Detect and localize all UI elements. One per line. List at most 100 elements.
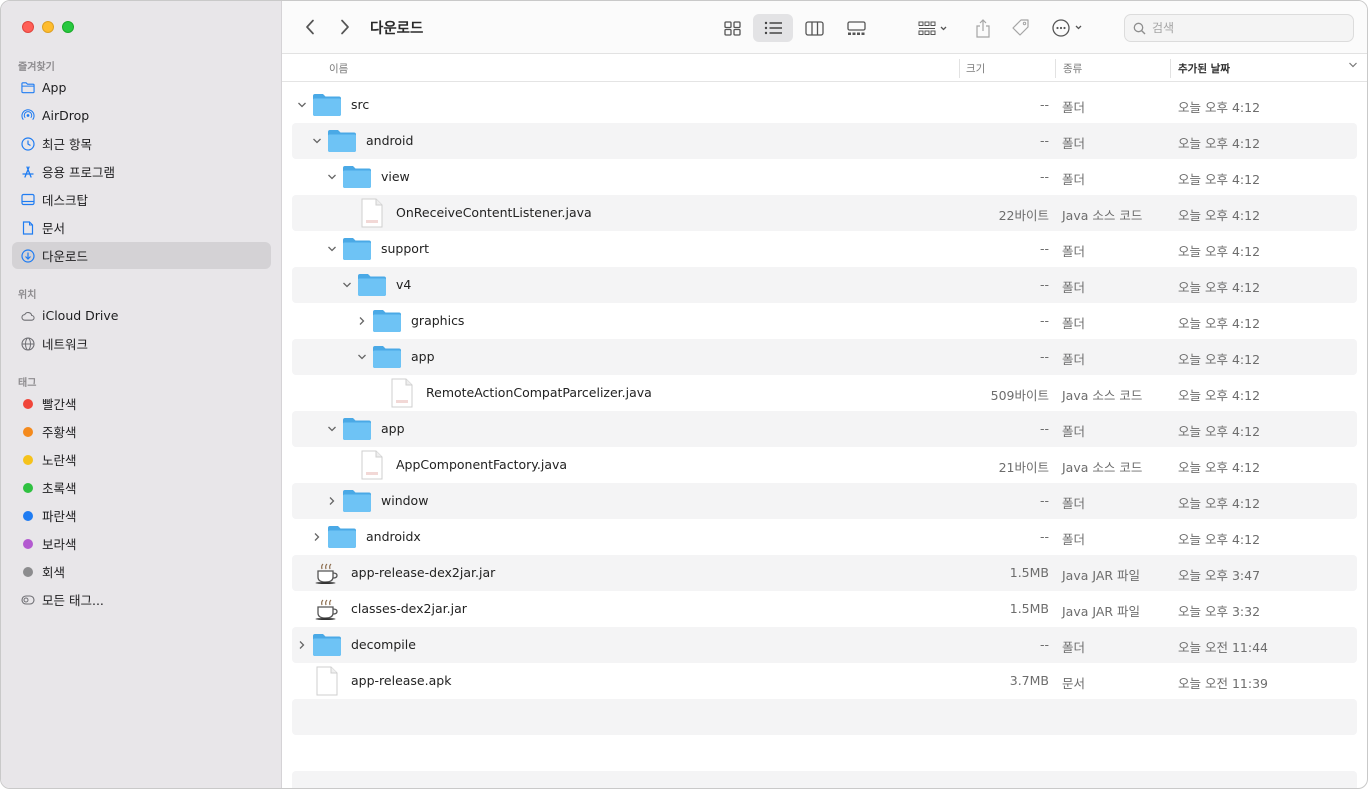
group-button[interactable] [912, 14, 954, 42]
file-row[interactable]: OnReceiveContentListener.java 22바이트 Java 소… [292, 195, 1357, 231]
file-kind: 폴더 [1062, 532, 1086, 547]
disclosure-chevron-down-icon[interactable] [311, 135, 323, 147]
more-actions-button[interactable] [1049, 14, 1089, 42]
file-name: view [381, 169, 410, 184]
file-size: 22바이트 [998, 208, 1049, 223]
disclosure-chevron-right-icon[interactable] [356, 315, 368, 327]
disclosure-chevron-right-icon[interactable] [296, 639, 308, 651]
file-name: OnReceiveContentListener.java [396, 205, 592, 220]
column-date-header[interactable]: 추가된 날짜 [1178, 61, 1230, 76]
tag-button[interactable] [1007, 14, 1035, 42]
gallery-view-button[interactable] [839, 14, 873, 42]
favorites-section-title: 즐겨찾기 [18, 62, 55, 73]
file-kind: Java 소스 코드 [1062, 388, 1143, 403]
sidebar-item-applications[interactable]: 응용 프로그램 [12, 158, 271, 185]
file-row[interactable]: window -- 폴더 오늘 오후 4:12 [292, 483, 1357, 519]
file-size: -- [1039, 349, 1049, 364]
all-tags-icon [21, 593, 35, 607]
file-date-added: 오늘 오후 4:12 [1178, 208, 1261, 223]
file-size: 1.5MB [1009, 601, 1049, 616]
window-title: 다운로드 [370, 21, 424, 37]
column-kind-header[interactable]: 종류 [1063, 61, 1082, 76]
disclosure-chevron-right-icon[interactable] [311, 531, 323, 543]
file-kind: 폴더 [1062, 424, 1086, 439]
sidebar-tag-gray[interactable]: 회색 [12, 558, 271, 585]
file-row[interactable]: app -- 폴더 오늘 오후 4:12 [292, 411, 1357, 447]
column-divider[interactable] [1055, 59, 1056, 78]
column-view-button[interactable] [797, 14, 831, 42]
column-divider[interactable] [959, 59, 960, 78]
search-field[interactable] [1124, 14, 1354, 42]
disclosure-chevron-down-icon[interactable] [296, 99, 308, 111]
file-row[interactable]: RemoteActionCompatParcelizer.java 509바이트 J… [292, 375, 1357, 411]
file-row[interactable]: graphics -- 폴더 오늘 오후 4:12 [292, 303, 1357, 339]
file-row[interactable]: classes-dex2jar.jar 1.5MB Java JAR 파일 오늘 오후… [292, 591, 1357, 627]
sidebar-tag-green[interactable]: 초록색 [12, 474, 271, 501]
sidebar-all-tags[interactable]: 모든 태그... [12, 586, 271, 613]
folder-icon [372, 343, 402, 371]
file-row[interactable]: app -- 폴더 오늘 오후 4:12 [292, 339, 1357, 375]
sidebar-item-app[interactable]: App [12, 74, 271, 101]
icon-view-button[interactable] [715, 14, 749, 42]
forward-button[interactable] [333, 15, 357, 39]
tag-color-dot [23, 538, 33, 549]
sidebar-item-network[interactable]: 네트워크 [12, 330, 271, 357]
file-row[interactable]: view -- 폴더 오늘 오후 4:12 [292, 159, 1357, 195]
minimize-button[interactable] [42, 21, 54, 33]
file-row[interactable]: app-release-dex2jar.jar 1.5MB Java JAR 파일 오… [292, 555, 1357, 591]
share-button[interactable] [969, 14, 997, 42]
close-button[interactable] [22, 21, 34, 33]
back-button[interactable] [298, 15, 322, 39]
tags-section-title: 태그 [18, 378, 37, 389]
sidebar-item-label: 초록색 [42, 481, 77, 496]
disclosure-chevron-down-icon[interactable] [341, 279, 353, 291]
column-size-header[interactable]: 크기 [966, 61, 985, 76]
sidebar-item-recents[interactable]: 최근 항목 [12, 130, 271, 157]
file-kind: 폴더 [1062, 316, 1086, 331]
tag-color-dot [23, 482, 33, 493]
file-date-added: 오늘 오후 3:47 [1178, 568, 1261, 583]
sidebar-item-label: 네트워크 [42, 337, 89, 352]
folder-icon [327, 523, 357, 551]
disclosure-chevron-down-icon[interactable] [356, 351, 368, 363]
java-file-icon [357, 450, 387, 480]
sidebar-tag-purple[interactable]: 보라색 [12, 530, 271, 557]
sidebar-item-label: AirDrop [42, 108, 90, 123]
sidebar-item-downloads[interactable]: 다운로드 [12, 242, 271, 269]
file-row[interactable]: androidx -- 폴더 오늘 오후 4:12 [292, 519, 1357, 555]
sidebar-item-documents[interactable]: 문서 [12, 214, 271, 241]
sort-chevron-down-icon[interactable] [1348, 60, 1358, 72]
file-row[interactable]: app-release.apk 3.7MB 문서 오늘 오전 11:39 [292, 663, 1357, 699]
file-row[interactable]: AppComponentFactory.java 21바이트 Java 소스 코드 오… [292, 447, 1357, 483]
file-date-added: 오늘 오후 4:12 [1178, 460, 1261, 475]
file-row[interactable]: support -- 폴더 오늘 오후 4:12 [292, 231, 1357, 267]
sidebar-tag-blue[interactable]: 파란색 [12, 502, 271, 529]
disclosure-chevron-down-icon[interactable] [326, 243, 338, 255]
sidebar-tag-orange[interactable]: 주황색 [12, 418, 271, 445]
search-input[interactable] [1152, 21, 1332, 35]
file-date-added: 오늘 오전 11:44 [1178, 640, 1268, 655]
sidebar-tag-red[interactable]: 빨간색 [12, 390, 271, 417]
file-date-added: 오늘 오후 4:12 [1178, 136, 1261, 151]
file-kind: 폴더 [1062, 100, 1086, 115]
file-row[interactable]: src -- 폴더 오늘 오후 4:12 [292, 87, 1357, 123]
sidebar-item-label: 노란색 [42, 453, 77, 468]
sidebar-item-airdrop[interactable]: AirDrop [12, 102, 271, 129]
file-row[interactable]: v4 -- 폴더 오늘 오후 4:12 [292, 267, 1357, 303]
sidebar-item-icloud-drive[interactable]: iCloud Drive [12, 302, 271, 329]
sidebar-item-desktop[interactable]: 데스크탑 [12, 186, 271, 213]
sidebar-tag-yellow[interactable]: 노란색 [12, 446, 271, 473]
sidebar-item-label: 데스크탑 [42, 193, 89, 208]
file-name: window [381, 493, 429, 508]
file-row[interactable]: decompile -- 폴더 오늘 오전 11:44 [292, 627, 1357, 663]
file-date-added: 오늘 오후 4:12 [1178, 496, 1261, 511]
disclosure-chevron-right-icon[interactable] [326, 495, 338, 507]
list-view-button[interactable] [753, 14, 793, 42]
file-row[interactable]: android -- 폴더 오늘 오후 4:12 [292, 123, 1357, 159]
disclosure-chevron-down-icon[interactable] [326, 171, 338, 183]
zoom-button[interactable] [62, 21, 74, 33]
column-divider[interactable] [1170, 59, 1171, 78]
column-name-header[interactable]: 이름 [329, 61, 348, 76]
disclosure-chevron-down-icon[interactable] [326, 423, 338, 435]
file-name: android [366, 133, 414, 148]
